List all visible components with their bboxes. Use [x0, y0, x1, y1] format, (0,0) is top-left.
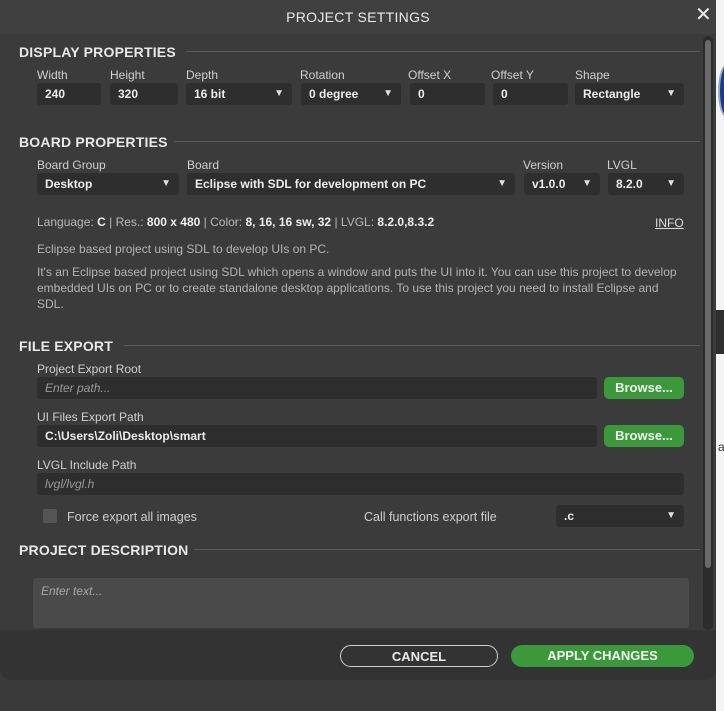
scrollbar-thumb[interactable] [705, 40, 711, 568]
board-properties-title: BOARD PROPERTIES [19, 134, 168, 150]
lvgl-include-label: LVGL Include Path [37, 458, 137, 472]
background-app-strip: a [716, 0, 724, 711]
shape-dropdown[interactable]: Rectangle [575, 83, 684, 105]
shape-label: Shape [575, 68, 610, 82]
force-export-label: Force export all images [67, 510, 197, 524]
cancel-button[interactable]: CANCEL [340, 645, 498, 667]
board-label: Board [187, 158, 220, 172]
section-divider [186, 51, 700, 52]
offset-y-input[interactable]: 0 [493, 83, 568, 105]
background-avatar [718, 64, 724, 118]
section-divider [194, 549, 700, 550]
rotation-label: Rotation [300, 68, 345, 82]
height-input[interactable]: 320 [110, 83, 178, 105]
board-long-description: It's an Eclipse based project using SDL … [37, 265, 677, 311]
info-link[interactable]: INFO [655, 216, 684, 230]
board-short-description: Eclipse based project using SDL to devel… [37, 242, 330, 256]
browse-ui-button[interactable]: Browse... [604, 425, 684, 447]
offset-x-label: Offset X [408, 68, 452, 82]
offset-y-label: Offset Y [491, 68, 534, 82]
ui-export-path-input[interactable]: C:\Users\Zoli\Desktop\smart [37, 425, 597, 447]
browse-root-button[interactable]: Browse... [604, 377, 684, 399]
project-description-title: PROJECT DESCRIPTION [19, 542, 189, 558]
export-root-input[interactable]: Enter path... [37, 377, 597, 399]
project-settings-dialog: PROJECT SETTINGS ✕ DISPLAY PROPERTIES Wi… [0, 0, 716, 680]
depth-dropdown[interactable]: 16 bit [186, 83, 292, 105]
close-icon[interactable]: ✕ [695, 5, 712, 25]
dialog-title: PROJECT SETTINGS [286, 9, 430, 25]
lvgl-include-input[interactable]: lvgl/lvgl.h [37, 473, 684, 495]
board-group-dropdown[interactable]: Desktop [37, 173, 179, 195]
board-meta: Language: C | Res.: 800 x 480 | Color: 8… [37, 215, 435, 229]
project-description-textarea[interactable]: Enter text... [33, 578, 689, 628]
file-export-title: FILE EXPORT [19, 338, 113, 354]
ui-export-path-label: UI Files Export Path [37, 410, 144, 424]
background-panel [716, 310, 724, 354]
call-functions-dropdown[interactable]: .c [556, 505, 684, 527]
board-dropdown[interactable]: Eclipse with SDL for development on PC [187, 173, 515, 195]
lvgl-label: LVGL [607, 158, 637, 172]
display-properties-title: DISPLAY PROPERTIES [19, 44, 176, 60]
export-root-label: Project Export Root [37, 362, 142, 376]
rotation-dropdown[interactable]: 0 degree [301, 83, 401, 105]
section-divider [124, 345, 700, 346]
lvgl-dropdown[interactable]: 8.2.0 [608, 173, 684, 195]
background-text: a [718, 440, 724, 454]
depth-label: Depth [186, 68, 219, 82]
offset-x-input[interactable]: 0 [410, 83, 485, 105]
version-label: Version [523, 158, 564, 172]
width-input[interactable]: 240 [37, 83, 101, 105]
call-functions-label: Call functions export file [364, 510, 497, 524]
board-group-label: Board Group [37, 158, 106, 172]
width-label: Width [37, 68, 68, 82]
section-divider [174, 141, 700, 142]
apply-changes-button[interactable]: APPLY CHANGES [511, 645, 694, 667]
version-dropdown[interactable]: v1.0.0 [524, 173, 600, 195]
height-label: Height [110, 68, 145, 82]
force-export-checkbox[interactable] [43, 509, 57, 523]
